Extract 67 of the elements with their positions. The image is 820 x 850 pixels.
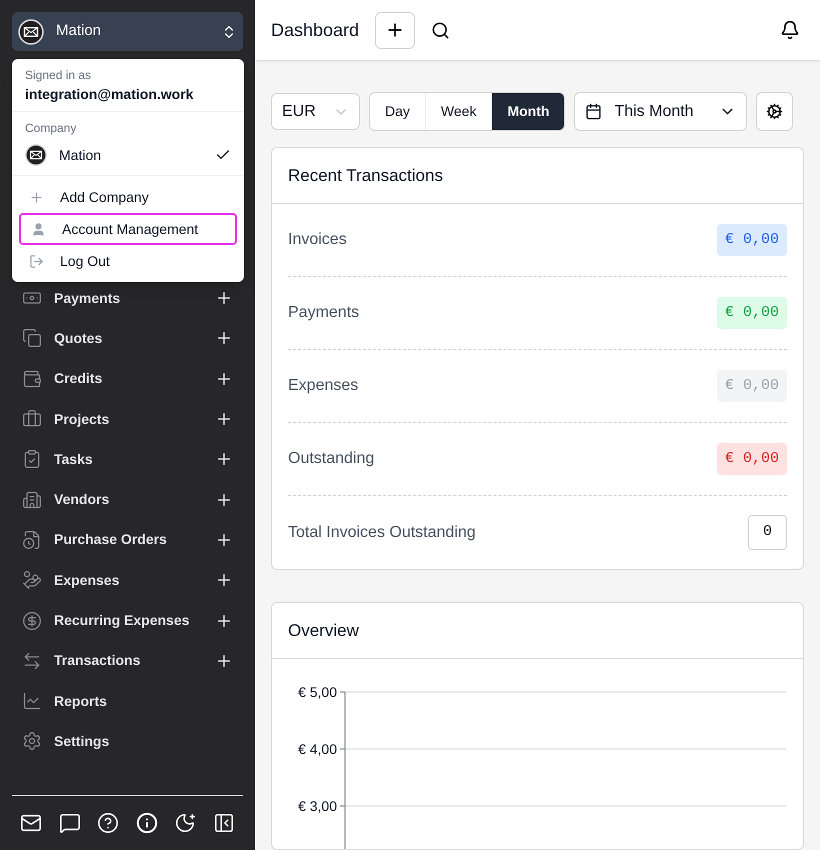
company-switcher[interactable]: Mation bbox=[12, 12, 243, 51]
mail-icon[interactable] bbox=[20, 812, 42, 834]
card-title: Recent Transactions bbox=[288, 164, 443, 187]
sidebar-item[interactable]: Quotes bbox=[12, 318, 243, 359]
count-value: 0 bbox=[748, 515, 787, 550]
briefcase-icon bbox=[22, 409, 42, 430]
search-icon[interactable] bbox=[431, 20, 450, 40]
sidebar-item[interactable]: Expenses bbox=[12, 560, 243, 600]
page-title: Dashboard bbox=[271, 18, 360, 42]
calendar-icon bbox=[585, 103, 602, 120]
collapse-sidebar-icon[interactable] bbox=[212, 812, 235, 834]
menu-item[interactable]: Add Company bbox=[19, 181, 237, 213]
help-icon[interactable] bbox=[97, 812, 120, 834]
card-title: Overview bbox=[288, 620, 359, 642]
sidebar-item[interactable]: Credits bbox=[12, 358, 243, 399]
logout-icon bbox=[29, 254, 44, 268]
amount-value: € 0,00 bbox=[716, 442, 787, 476]
sidebar-item[interactable]: Tasks bbox=[12, 439, 243, 480]
y-tick-label: € 3,00 bbox=[298, 799, 337, 813]
sidebar-item[interactable]: Projects bbox=[12, 398, 243, 440]
settings-icon bbox=[766, 103, 784, 120]
line-chart-icon bbox=[22, 691, 42, 712]
transaction-label: Total Invoices Outstanding bbox=[288, 522, 476, 542]
info-icon[interactable] bbox=[136, 812, 158, 834]
amount-value: € 0,00 bbox=[716, 224, 787, 256]
plus-icon bbox=[29, 190, 44, 204]
sidebar-item[interactable]: Vendors bbox=[12, 479, 243, 520]
transaction-label: Invoices bbox=[288, 230, 347, 250]
gear-icon bbox=[22, 731, 42, 752]
arrows-exchange-icon bbox=[22, 650, 42, 671]
company-option[interactable]: Mation bbox=[25, 141, 231, 169]
transaction-label: Expenses bbox=[288, 376, 358, 396]
sidebar-item[interactable]: Payments bbox=[12, 278, 243, 318]
transaction-label: Payments bbox=[288, 303, 360, 323]
transaction-label: Outstanding bbox=[288, 449, 374, 469]
clipboard-check-icon bbox=[22, 449, 42, 470]
currency-select[interactable]: EUR bbox=[271, 93, 360, 130]
sidebar-item[interactable]: Recurring Expenses bbox=[12, 600, 243, 641]
document-clock-icon bbox=[22, 530, 42, 550]
period-tab[interactable]: Month bbox=[491, 93, 564, 130]
sidebar-item[interactable]: Reports bbox=[12, 680, 243, 722]
account-email: integration@mation.work bbox=[25, 85, 194, 104]
y-tick-label: € 5,00 bbox=[298, 685, 337, 699]
building-icon bbox=[22, 490, 42, 510]
company-label: Company bbox=[25, 120, 78, 137]
add-button[interactable] bbox=[375, 12, 416, 48]
menu-item[interactable]: Account Management bbox=[19, 213, 237, 245]
copy-icon bbox=[22, 328, 42, 348]
sidebar-item[interactable]: Transactions bbox=[12, 640, 243, 681]
envelope-logo-icon bbox=[25, 144, 47, 166]
bell-icon[interactable] bbox=[780, 20, 800, 40]
chat-icon[interactable] bbox=[58, 812, 81, 834]
settings-button[interactable] bbox=[756, 92, 794, 131]
date-range-select[interactable]: This Month bbox=[574, 92, 748, 131]
amount-value: € 0,00 bbox=[716, 296, 787, 330]
y-tick-label: € 4,00 bbox=[298, 742, 337, 756]
envelope-logo-icon bbox=[18, 18, 44, 44]
signed-in-label: Signed in as bbox=[25, 67, 92, 84]
menu-item[interactable]: Log Out bbox=[19, 245, 237, 277]
coin-icon bbox=[22, 610, 42, 631]
user-icon bbox=[31, 222, 46, 236]
sidebar-item[interactable]: Settings bbox=[12, 721, 243, 762]
sidebar-item[interactable]: Purchase Orders bbox=[12, 520, 243, 560]
moon-icon[interactable] bbox=[174, 812, 196, 834]
amount-value: € 0,00 bbox=[716, 370, 787, 402]
period-tab[interactable]: Day bbox=[370, 93, 425, 130]
wallet-icon bbox=[22, 368, 42, 389]
